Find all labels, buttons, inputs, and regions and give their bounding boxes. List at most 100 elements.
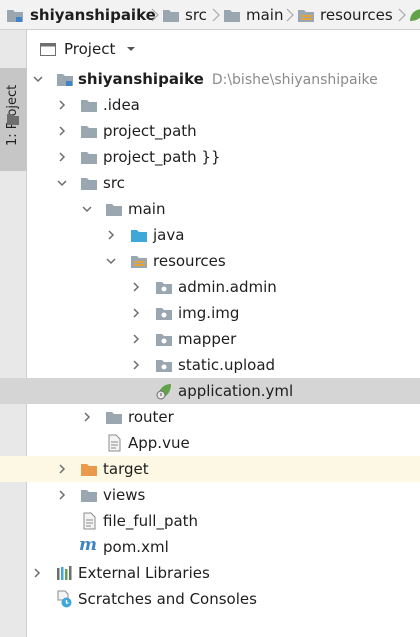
tree-row-src[interactable]: src <box>0 170 420 196</box>
tree-label: admin.admin <box>178 278 277 296</box>
tree-row-main[interactable]: main <box>0 196 420 222</box>
tree-row-file-full-path[interactable]: file_full_path <box>0 508 420 534</box>
tree-row-admin-admin[interactable]: admin.admin <box>0 274 420 300</box>
breadcrumb-label: resources <box>320 6 393 24</box>
tree-row-router[interactable]: router <box>0 404 420 430</box>
collapsed-arrow-icon[interactable] <box>56 489 68 501</box>
chevron-right-icon <box>151 8 159 22</box>
breadcrumb-item-src[interactable]: src <box>162 0 207 29</box>
collapsed-arrow-icon[interactable] <box>105 229 117 241</box>
expanded-arrow-icon[interactable] <box>32 73 44 85</box>
tree-row-external-libraries[interactable]: External Libraries <box>0 560 420 586</box>
module-folder-icon <box>57 74 73 86</box>
tree-label: External Libraries <box>78 564 210 582</box>
tree-row-target[interactable]: target <box>0 456 420 482</box>
tree-row-static-upload[interactable]: static.upload <box>0 352 420 378</box>
project-location: D:\bishe\shiyanshipaike <box>211 72 378 88</box>
tree-label: src <box>103 174 125 192</box>
package-folder-icon <box>156 308 172 320</box>
breadcrumb-item-project[interactable]: shiyanshipaike <box>6 0 156 29</box>
expanded-arrow-icon[interactable] <box>56 177 68 189</box>
tree-row-mapper[interactable]: mapper <box>0 326 420 352</box>
tree-label: project_path <box>103 122 197 140</box>
tree-row-img-img[interactable]: img.img <box>0 300 420 326</box>
collapsed-arrow-icon[interactable] <box>56 151 68 163</box>
file-icon <box>83 512 96 530</box>
tree-row-root[interactable]: shiyanshipaike D:\bishe\shiyanshipaike <box>0 66 420 92</box>
chevron-right-icon <box>398 8 406 22</box>
collapsed-arrow-icon[interactable] <box>81 411 93 423</box>
excluded-folder-icon <box>81 464 97 476</box>
folder-icon <box>81 126 97 138</box>
project-view-selector[interactable]: Project <box>27 36 136 62</box>
tree-label: java <box>153 226 185 244</box>
expanded-arrow-icon[interactable] <box>81 203 93 215</box>
folder-icon <box>224 10 240 22</box>
package-folder-icon <box>156 334 172 346</box>
spring-leaf-icon[interactable] <box>407 6 420 24</box>
breadcrumb-label: main <box>246 6 284 24</box>
tree-row-resources[interactable]: resources <box>0 248 420 274</box>
tree-label: pom.xml <box>103 538 169 556</box>
chevron-right-icon <box>212 8 220 22</box>
project-panel: Project shiyanshipaike D:\bishe\shiyanshi… <box>0 30 420 637</box>
tree-label: project_path }} <box>103 148 221 166</box>
tree-row-project-path-braces[interactable]: project_path }} <box>0 144 420 170</box>
collapsed-arrow-icon[interactable] <box>130 281 142 293</box>
tree-label: application.yml <box>178 382 294 400</box>
folder-icon <box>106 412 122 424</box>
tree-row-app-vue[interactable]: App.vue <box>0 430 420 456</box>
chevron-right-icon <box>286 8 294 22</box>
folder-icon <box>81 490 97 502</box>
source-folder-icon <box>131 230 147 242</box>
tree-label: views <box>103 486 146 504</box>
folder-icon <box>81 152 97 164</box>
project-view-title: Project <box>64 40 116 58</box>
tree-row-views[interactable]: views <box>0 482 420 508</box>
folder-icon <box>106 204 122 216</box>
breadcrumb-item-main[interactable]: main <box>223 0 284 29</box>
chevron-down-icon <box>127 47 136 51</box>
module-folder-icon <box>7 10 23 22</box>
tree-label: App.vue <box>128 434 190 452</box>
folder-icon <box>81 100 97 112</box>
tree-label: shiyanshipaike D:\bishe\shiyanshipaike <box>78 66 378 92</box>
tree-label: static.upload <box>178 356 276 374</box>
collapsed-arrow-icon[interactable] <box>56 99 68 111</box>
library-icon <box>57 566 72 580</box>
breadcrumb: shiyanshipaike src main resources <box>0 0 420 30</box>
tree-label: .idea <box>103 96 140 114</box>
tree-row-application-yml[interactable]: application.yml <box>0 378 420 404</box>
tree-label: resources <box>153 252 226 270</box>
tree-row-idea[interactable]: .idea <box>0 92 420 118</box>
tree-label: img.img <box>178 304 240 322</box>
breadcrumb-label: shiyanshipaike <box>30 6 156 24</box>
collapsed-arrow-icon[interactable] <box>130 307 142 319</box>
expanded-arrow-icon[interactable] <box>105 255 117 267</box>
package-folder-icon <box>156 282 172 294</box>
folder-icon <box>81 178 97 190</box>
tree-row-pom-xml[interactable]: m pom.xml <box>0 534 420 560</box>
tree-label: mapper <box>178 330 237 348</box>
tree-row-java[interactable]: java <box>0 222 420 248</box>
tree-label: router <box>128 408 174 426</box>
resources-folder-icon <box>298 10 314 22</box>
collapsed-arrow-icon[interactable] <box>130 333 142 345</box>
collapsed-arrow-icon[interactable] <box>130 359 142 371</box>
tree-row-project-path[interactable]: project_path <box>0 118 420 144</box>
file-icon <box>108 434 121 452</box>
breadcrumb-item-resources[interactable]: resources <box>297 0 393 29</box>
resources-folder-icon <box>131 256 147 268</box>
collapsed-arrow-icon[interactable] <box>56 125 68 137</box>
collapsed-arrow-icon[interactable] <box>31 567 43 579</box>
tree-label: file_full_path <box>103 512 199 530</box>
project-window-icon <box>40 43 56 56</box>
tree-label: target <box>103 460 149 478</box>
tree-label: main <box>128 200 166 218</box>
collapsed-arrow-icon[interactable] <box>56 463 68 475</box>
project-name: shiyanshipaike <box>78 70 204 88</box>
folder-icon <box>163 10 179 22</box>
tree-row-scratches[interactable]: Scratches and Consoles <box>0 586 420 612</box>
tree-label: Scratches and Consoles <box>78 590 257 608</box>
spring-config-file-icon <box>156 384 171 400</box>
